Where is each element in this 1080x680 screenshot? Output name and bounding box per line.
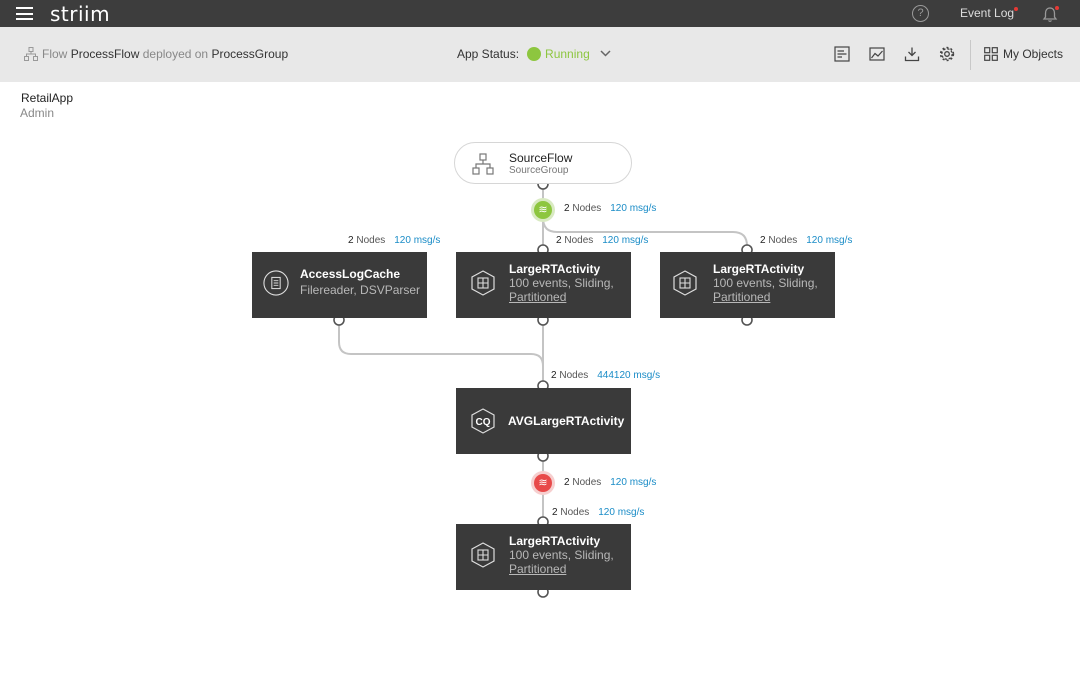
cq-stats: 2 Nodes 444120 msg/s xyxy=(551,370,661,381)
window1-stats: 2 Nodes 120 msg/s xyxy=(556,235,649,246)
cache-icon xyxy=(263,270,289,296)
window3-stats: 2 Nodes 120 msg/s xyxy=(552,507,645,518)
stream-icon: ≋ xyxy=(534,201,552,219)
cache-title: AccessLogCache xyxy=(300,267,401,281)
partitioned-link[interactable]: Partitioned xyxy=(509,290,566,304)
window-subtitle: 100 events, Sliding, xyxy=(713,276,818,290)
source-flow-node[interactable]: SourceFlow SourceGroup xyxy=(454,142,632,184)
cache-subtitle: Filereader, DSVParser xyxy=(300,283,421,297)
stream1-stats: 2 Nodes 120 msg/s xyxy=(564,203,657,214)
source-flow-title: SourceFlow xyxy=(509,151,573,165)
window-icon xyxy=(673,270,697,296)
window-icon xyxy=(471,270,495,296)
window-title: LargeRTActivity xyxy=(713,262,805,276)
window-node[interactable]: LargeRTActivity 100 events, Sliding, Par… xyxy=(456,252,638,325)
window-title: LargeRTActivity xyxy=(509,534,601,548)
cq-node[interactable]: CQ AVGLargeRTActivity xyxy=(456,388,638,461)
cache-stats: 2 Nodes 120 msg/s xyxy=(348,235,441,246)
window-subtitle: 100 events, Sliding, xyxy=(509,548,614,562)
stream-icon: ≋ xyxy=(534,474,552,492)
window-icon xyxy=(471,542,495,568)
cq-title: AVGLargeRTActivity xyxy=(508,414,625,428)
window2-stats: 2 Nodes 120 msg/s xyxy=(760,235,853,246)
flow-icon xyxy=(472,153,494,175)
partitioned-link[interactable]: Partitioned xyxy=(509,562,566,576)
cache-node[interactable]: AccessLogCache Filereader, DSVParser xyxy=(252,252,434,325)
window-node[interactable]: LargeRTActivity 100 events, Sliding, Par… xyxy=(456,524,638,597)
window-title: LargeRTActivity xyxy=(509,262,601,276)
partitioned-link[interactable]: Partitioned xyxy=(713,290,770,304)
window-node[interactable]: LargeRTActivity 100 events, Sliding, Par… xyxy=(660,252,842,325)
stream2-stats: 2 Nodes 120 msg/s xyxy=(564,477,657,488)
svg-text:CQ: CQ xyxy=(476,417,491,428)
cq-icon: CQ xyxy=(471,408,495,434)
source-flow-subtitle: SourceGroup xyxy=(509,165,569,176)
stream-node-ok[interactable]: ≋ xyxy=(531,198,555,222)
window-subtitle: 100 events, Sliding, xyxy=(509,276,614,290)
stream-node-error[interactable]: ≋ xyxy=(531,471,555,495)
